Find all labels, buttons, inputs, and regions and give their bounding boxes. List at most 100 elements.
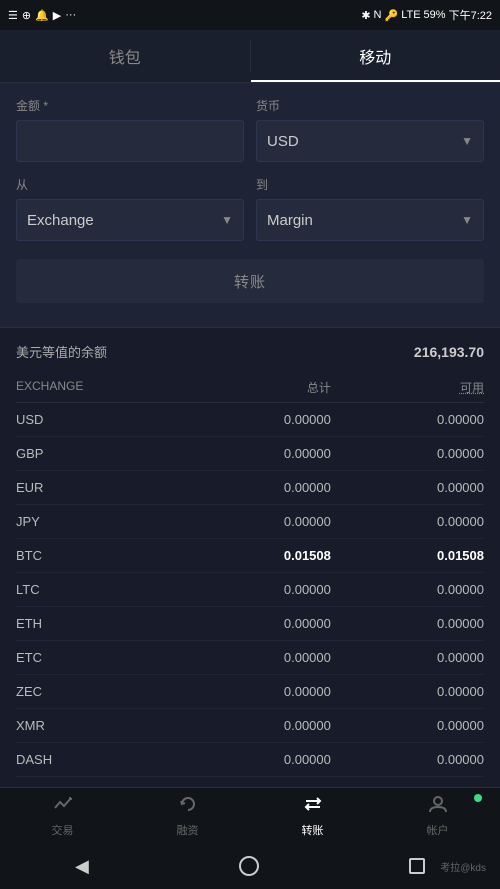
from-label: 从 xyxy=(16,176,244,193)
header-exchange: EXCHANGE xyxy=(16,379,188,396)
td-available-dash: 0.00000 xyxy=(341,752,484,767)
td-available-xmr: 0.00000 xyxy=(341,718,484,733)
status-right-icons: ✱ N 🔑 LTE 59% 下午7:22 xyxy=(361,7,492,23)
td-available-etc: 0.00000 xyxy=(341,650,484,665)
home-button[interactable] xyxy=(239,856,259,876)
td-currency-zec: ZEC xyxy=(16,684,188,699)
td-total-gbp: 0.00000 xyxy=(188,446,341,461)
td-available-gbp: 0.00000 xyxy=(341,446,484,461)
play-icon: ▶ xyxy=(53,9,61,22)
td-currency-dash: DASH xyxy=(16,752,188,767)
from-value: Exchange xyxy=(27,212,94,229)
nav-account[interactable]: 帐户 xyxy=(375,788,500,843)
tab-wallet[interactable]: 钱包 xyxy=(0,30,250,82)
to-value: Margin xyxy=(267,212,313,229)
amount-input[interactable] xyxy=(27,133,233,149)
table-row: ETH 0.00000 0.00000 xyxy=(16,607,484,641)
table-row: USD 0.00000 0.00000 xyxy=(16,403,484,437)
td-total-ltc: 0.00000 xyxy=(188,582,341,597)
form-row-1: 金额 * 货币 USD ▼ xyxy=(16,97,484,162)
transfer-button[interactable]: 转账 xyxy=(16,259,484,303)
bell-icon: 🔔 xyxy=(35,9,49,22)
transfer-label: 转账 xyxy=(302,822,324,838)
key-icon: 🔑 xyxy=(384,9,398,22)
table-row: ZEC 0.00000 0.00000 xyxy=(16,675,484,709)
table-section: EXCHANGE 总计 可用 USD 0.00000 0.00000 GBP 0… xyxy=(0,371,500,854)
signal-icon: LTE xyxy=(401,9,420,21)
funding-icon xyxy=(178,794,198,819)
balance-value: 216,193.70 xyxy=(414,344,484,360)
nfc-icon: N xyxy=(374,9,382,21)
td-currency-ltc: LTC xyxy=(16,582,188,597)
status-left-icons: ☰ ⊕ 🔔 ▶ ··· xyxy=(8,9,76,22)
account-icon xyxy=(428,794,448,819)
td-available-eur: 0.00000 xyxy=(341,480,484,495)
time-label: 下午7:22 xyxy=(449,7,492,23)
from-select[interactable]: Exchange ▼ xyxy=(16,199,244,241)
from-arrow-icon: ▼ xyxy=(221,213,233,227)
nav-transfer[interactable]: 转账 xyxy=(250,788,375,843)
trade-label: 交易 xyxy=(52,822,74,838)
table-header: EXCHANGE 总计 可用 xyxy=(16,371,484,403)
td-total-dash: 0.00000 xyxy=(188,752,341,767)
td-total-xmr: 0.00000 xyxy=(188,718,341,733)
currency-arrow-icon: ▼ xyxy=(461,134,473,148)
to-select[interactable]: Margin ▼ xyxy=(256,199,484,241)
transfer-btn-wrap: 转账 xyxy=(16,255,484,309)
td-currency-gbp: GBP xyxy=(16,446,188,461)
to-label: 到 xyxy=(256,176,484,193)
recents-button[interactable] xyxy=(409,858,425,874)
currency-value: USD xyxy=(267,133,299,150)
header-total: 总计 xyxy=(188,379,341,396)
table-row: XMR 0.00000 0.00000 xyxy=(16,709,484,743)
td-total-btc: 0.01508 xyxy=(188,548,341,563)
table-row: LTC 0.00000 0.00000 xyxy=(16,573,484,607)
td-available-usd: 0.00000 xyxy=(341,412,484,427)
td-currency-usd: USD xyxy=(16,412,188,427)
tab-move[interactable]: 移动 xyxy=(251,30,500,82)
td-currency-btc: BTC xyxy=(16,548,188,563)
td-available-eth: 0.00000 xyxy=(341,616,484,631)
to-field: 到 Margin ▼ xyxy=(256,176,484,241)
nav-funding[interactable]: 融资 xyxy=(125,788,250,843)
status-bar: ☰ ⊕ 🔔 ▶ ··· ✱ N 🔑 LTE 59% 下午7:22 xyxy=(0,0,500,30)
td-currency-eth: ETH xyxy=(16,616,188,631)
balance-section: 美元等值的余额 216,193.70 xyxy=(0,327,500,371)
form-area: 金额 * 货币 USD ▼ 从 Exchange ▼ 到 Margin xyxy=(0,83,500,327)
bluetooth-icon: ✱ xyxy=(361,9,370,22)
balance-label: 美元等值的余额 xyxy=(16,342,107,361)
trade-icon xyxy=(53,794,73,819)
funding-label: 融资 xyxy=(177,822,199,838)
bottom-nav: 交易 融资 转账 帐户 xyxy=(0,787,500,843)
td-currency-etc: ETC xyxy=(16,650,188,665)
td-total-eth: 0.00000 xyxy=(188,616,341,631)
form-row-2: 从 Exchange ▼ 到 Margin ▼ xyxy=(16,176,484,241)
td-available-zec: 0.00000 xyxy=(341,684,484,699)
td-currency-xmr: XMR xyxy=(16,718,188,733)
watermark: 考拉@kds xyxy=(440,859,486,874)
td-currency-eur: EUR xyxy=(16,480,188,495)
top-tab-bar: 钱包 移动 xyxy=(0,30,500,83)
dots-icon: ··· xyxy=(65,9,76,21)
td-total-zec: 0.00000 xyxy=(188,684,341,699)
table-row: BTC 0.01508 0.01508 xyxy=(16,539,484,573)
account-label: 帐户 xyxy=(427,822,449,838)
currency-select[interactable]: USD ▼ xyxy=(256,120,484,162)
amount-label: 金额 * xyxy=(16,97,244,114)
battery-icon: 59% xyxy=(424,9,446,21)
nav-trade[interactable]: 交易 xyxy=(0,788,125,843)
menu-icon: ☰ xyxy=(8,9,18,22)
table-row: GBP 0.00000 0.00000 xyxy=(16,437,484,471)
td-available-jpy: 0.00000 xyxy=(341,514,484,529)
amount-input-wrap[interactable] xyxy=(16,120,244,162)
table-body: USD 0.00000 0.00000 GBP 0.00000 0.00000 … xyxy=(16,403,484,811)
header-available: 可用 xyxy=(341,379,484,396)
from-field: 从 Exchange ▼ xyxy=(16,176,244,241)
table-row: DASH 0.00000 0.00000 xyxy=(16,743,484,777)
table-row: ETC 0.00000 0.00000 xyxy=(16,641,484,675)
currency-field: 货币 USD ▼ xyxy=(256,97,484,162)
system-bar: ◀ 考拉@kds xyxy=(0,843,500,889)
back-button[interactable]: ◀ xyxy=(75,856,89,877)
transfer-icon xyxy=(303,794,323,819)
td-total-usd: 0.00000 xyxy=(188,412,341,427)
